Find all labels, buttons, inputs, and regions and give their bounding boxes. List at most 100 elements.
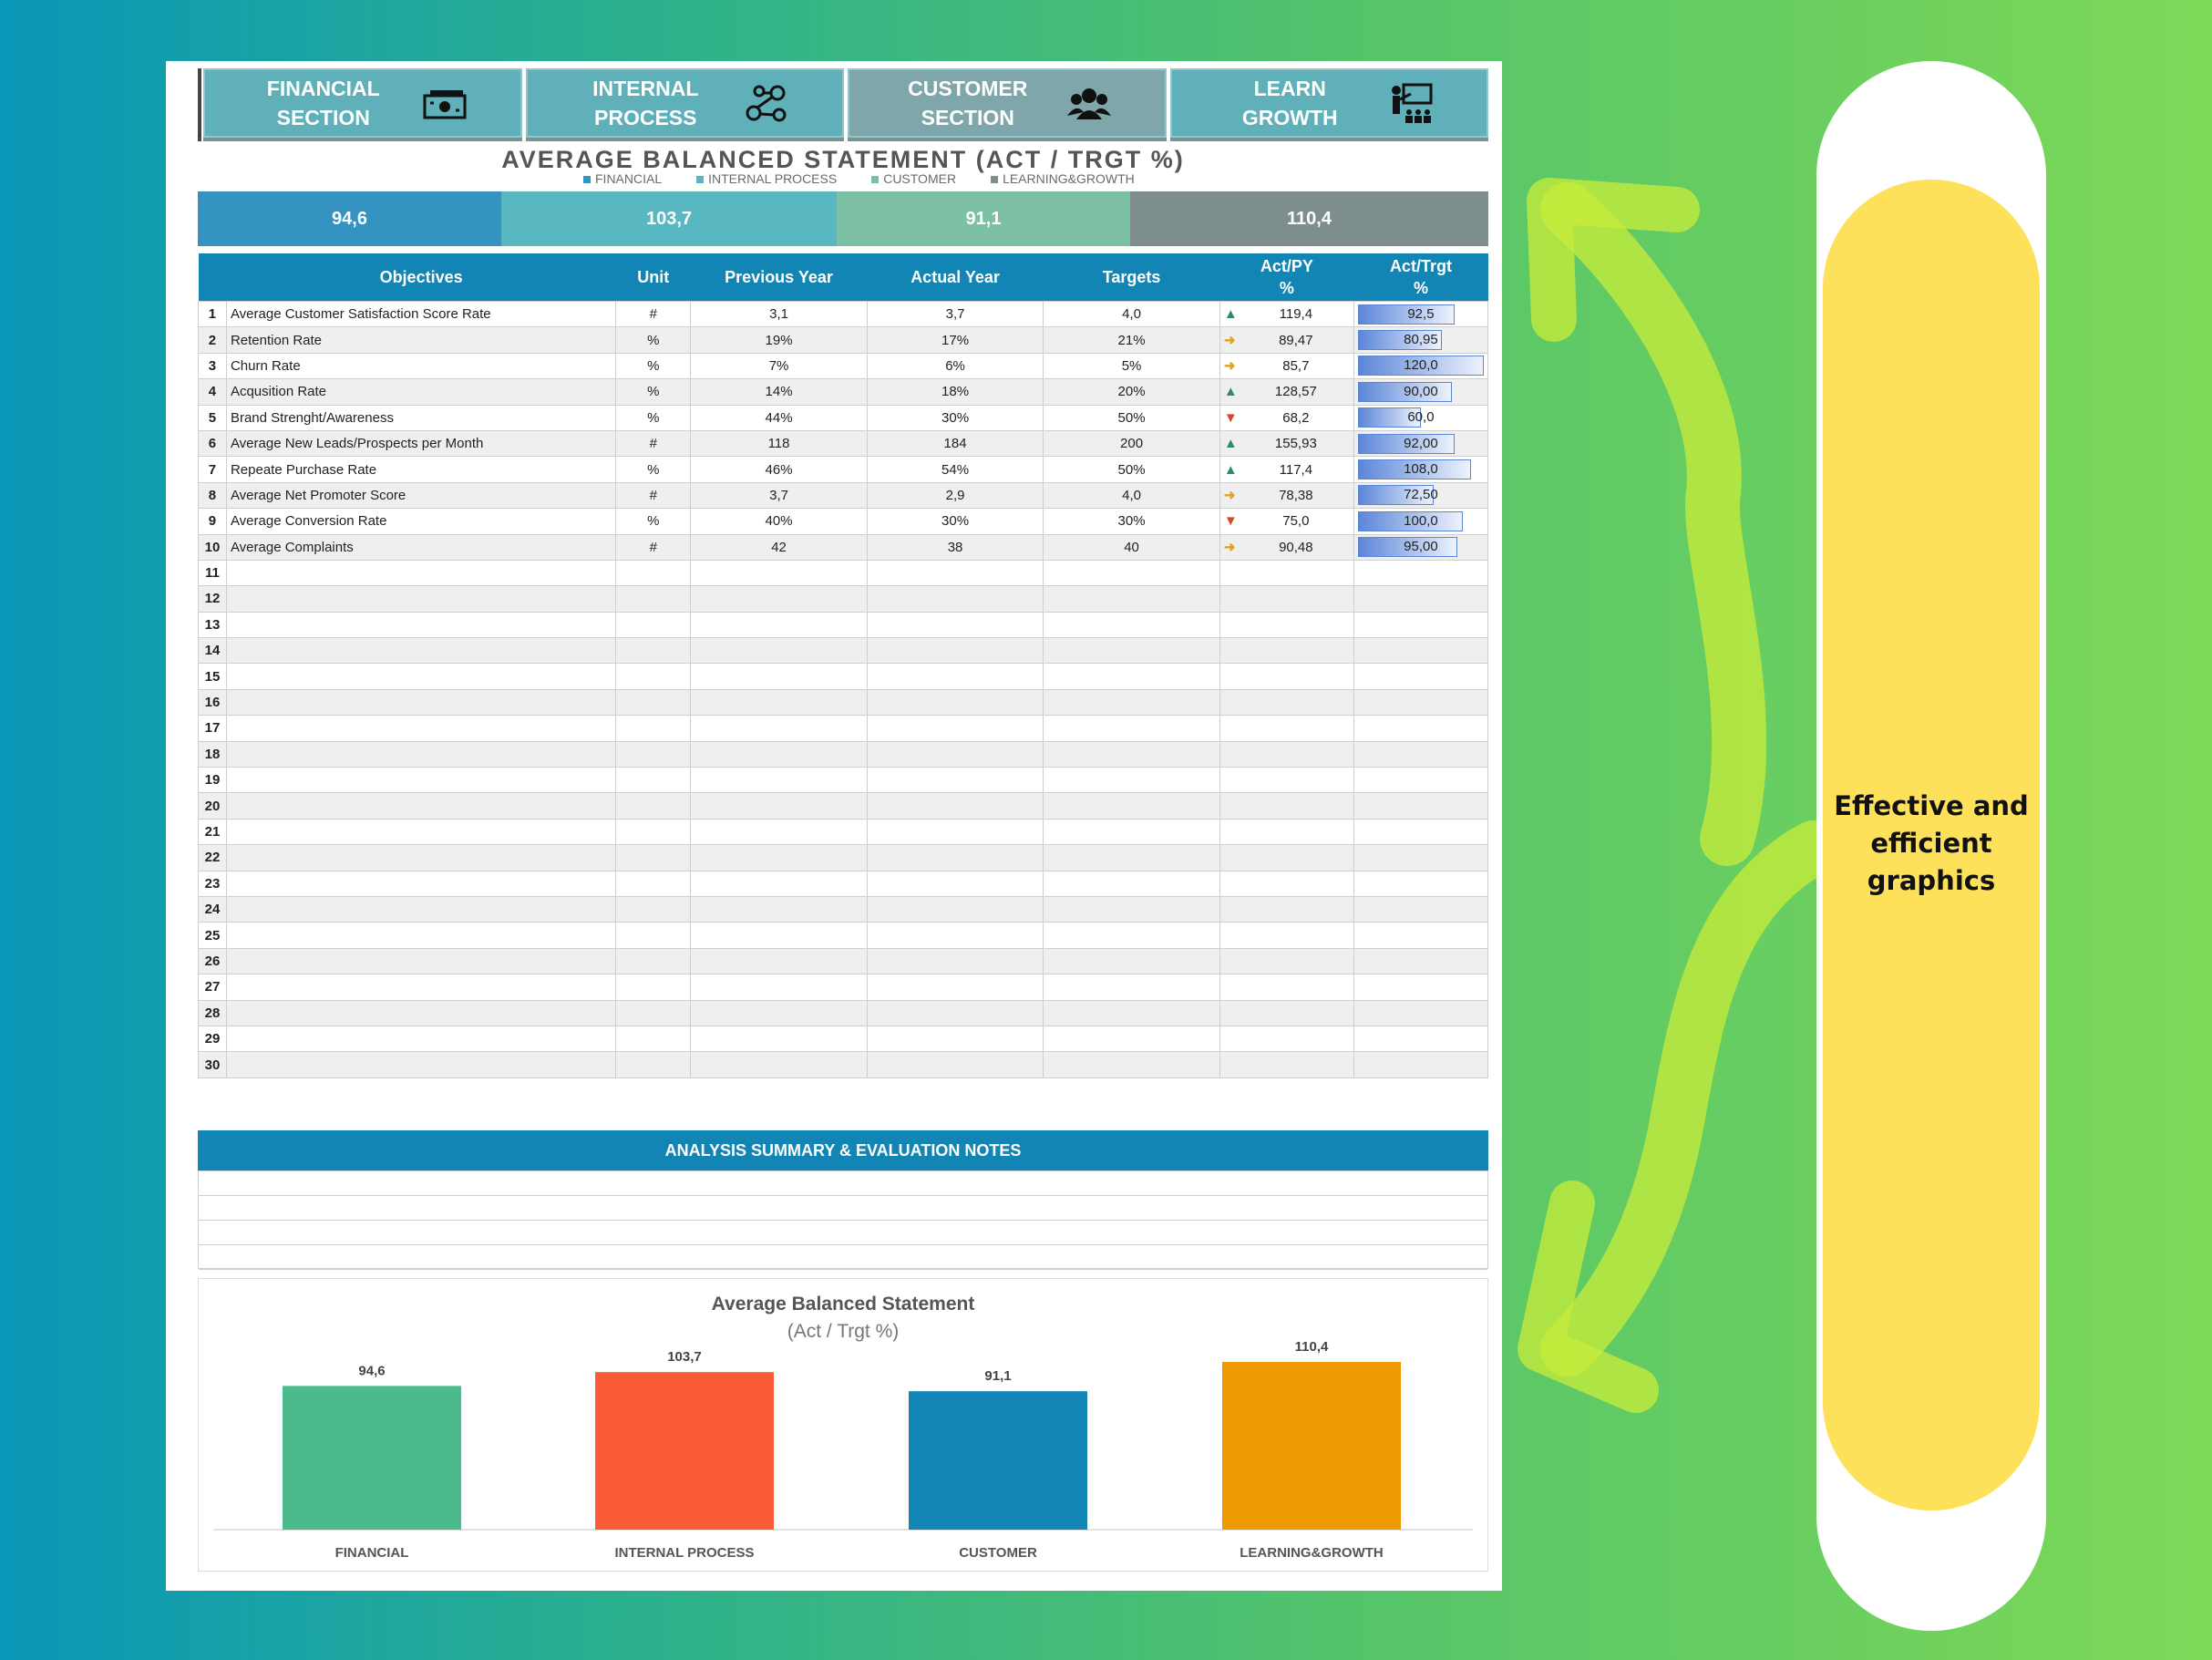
unit-cell[interactable] xyxy=(615,922,692,949)
actual-year-cell[interactable]: 6% xyxy=(866,352,1044,380)
actual-year-cell[interactable] xyxy=(866,999,1044,1026)
act-py-cell[interactable]: ▼ 75,0 xyxy=(1219,508,1354,535)
unit-cell[interactable] xyxy=(615,715,692,742)
act-trgt-cell[interactable] xyxy=(1353,663,1489,690)
act-py-cell[interactable] xyxy=(1219,767,1354,794)
act-py-cell[interactable] xyxy=(1219,895,1354,923)
actual-year-cell[interactable] xyxy=(866,844,1044,871)
act-trgt-cell[interactable] xyxy=(1353,895,1489,923)
previous-year-cell[interactable] xyxy=(690,637,868,665)
previous-year-cell[interactable] xyxy=(690,585,868,613)
previous-year-cell[interactable]: 44% xyxy=(690,404,868,431)
act-trgt-cell[interactable]: 72,50 xyxy=(1353,481,1489,510)
objective-cell[interactable] xyxy=(225,688,617,717)
act-trgt-cell[interactable]: 100,0 xyxy=(1353,508,1489,535)
act-py-cell[interactable] xyxy=(1219,585,1354,613)
unit-cell[interactable] xyxy=(615,844,692,871)
act-trgt-cell[interactable]: 60,0 xyxy=(1353,404,1489,431)
nav-button-internal-process[interactable]: INTERNAL PROCESS xyxy=(525,68,844,141)
unit-cell[interactable]: % xyxy=(615,508,692,535)
target-cell[interactable] xyxy=(1043,870,1220,897)
act-trgt-cell[interactable] xyxy=(1353,818,1489,846)
previous-year-cell[interactable] xyxy=(690,559,868,587)
act-trgt-cell[interactable] xyxy=(1353,1025,1489,1053)
previous-year-cell[interactable]: 3,1 xyxy=(690,300,868,328)
actual-year-cell[interactable] xyxy=(866,1025,1044,1053)
actual-year-cell[interactable] xyxy=(866,611,1044,639)
act-py-cell[interactable] xyxy=(1219,792,1354,820)
act-py-cell[interactable] xyxy=(1219,922,1354,949)
summary-notes-area[interactable] xyxy=(198,1170,1488,1270)
act-trgt-cell[interactable] xyxy=(1353,974,1489,1001)
objective-cell[interactable]: Average Customer Satisfaction Score Rate xyxy=(225,300,617,328)
objective-cell[interactable] xyxy=(225,922,617,949)
target-cell[interactable]: 30% xyxy=(1043,508,1220,535)
previous-year-cell[interactable] xyxy=(690,1025,868,1053)
objective-cell[interactable]: Retention Rate xyxy=(225,326,617,354)
act-trgt-cell[interactable]: 80,95 xyxy=(1353,326,1489,354)
objective-cell[interactable] xyxy=(225,637,617,665)
previous-year-cell[interactable] xyxy=(690,688,868,717)
actual-year-cell[interactable] xyxy=(866,740,1044,768)
objective-cell[interactable] xyxy=(225,974,617,1001)
objective-cell[interactable]: Repeate Purchase Rate xyxy=(225,456,617,483)
actual-year-cell[interactable] xyxy=(866,922,1044,949)
act-py-cell[interactable] xyxy=(1219,818,1354,846)
act-py-cell[interactable] xyxy=(1219,1025,1354,1053)
act-trgt-cell[interactable] xyxy=(1353,585,1489,613)
act-trgt-cell[interactable] xyxy=(1353,767,1489,794)
nav-button-learn-growth[interactable]: LEARN GROWTH xyxy=(1169,68,1488,141)
unit-cell[interactable] xyxy=(615,999,692,1026)
unit-cell[interactable] xyxy=(615,688,692,717)
target-cell[interactable] xyxy=(1043,792,1220,820)
act-trgt-cell[interactable] xyxy=(1353,637,1489,665)
previous-year-cell[interactable] xyxy=(690,740,868,768)
actual-year-cell[interactable] xyxy=(866,688,1044,717)
actual-year-cell[interactable]: 3,7 xyxy=(866,300,1044,328)
target-cell[interactable] xyxy=(1043,999,1220,1026)
actual-year-cell[interactable] xyxy=(866,585,1044,613)
act-trgt-cell[interactable]: 95,00 xyxy=(1353,533,1489,561)
unit-cell[interactable] xyxy=(615,895,692,923)
objective-cell[interactable] xyxy=(225,818,617,846)
actual-year-cell[interactable] xyxy=(866,974,1044,1001)
target-cell[interactable]: 50% xyxy=(1043,456,1220,483)
act-trgt-cell[interactable] xyxy=(1353,611,1489,639)
act-trgt-cell[interactable] xyxy=(1353,844,1489,871)
unit-cell[interactable]: # xyxy=(615,300,692,328)
target-cell[interactable] xyxy=(1043,922,1220,949)
previous-year-cell[interactable] xyxy=(690,974,868,1001)
objective-cell[interactable]: Acqusition Rate xyxy=(225,378,617,406)
nav-button-customer[interactable]: CUSTOMER SECTION xyxy=(848,68,1167,141)
unit-cell[interactable] xyxy=(615,767,692,794)
unit-cell[interactable] xyxy=(615,1051,692,1078)
act-py-cell[interactable]: ➜ 78,38 xyxy=(1219,481,1354,510)
objective-cell[interactable] xyxy=(225,585,617,613)
act-py-cell[interactable] xyxy=(1219,715,1354,742)
header-actual-year[interactable]: Actual Year xyxy=(867,253,1044,302)
act-trgt-cell[interactable]: 90,00 xyxy=(1353,378,1489,406)
actual-year-cell[interactable] xyxy=(866,947,1044,975)
actual-year-cell[interactable]: 30% xyxy=(866,404,1044,431)
act-trgt-cell[interactable] xyxy=(1353,870,1489,897)
act-py-cell[interactable] xyxy=(1219,974,1354,1001)
objective-cell[interactable] xyxy=(225,895,617,923)
target-cell[interactable] xyxy=(1043,637,1220,665)
act-py-cell[interactable]: ▲ 119,4 xyxy=(1219,300,1354,328)
unit-cell[interactable]: % xyxy=(615,352,692,380)
actual-year-cell[interactable] xyxy=(866,1051,1044,1078)
target-cell[interactable]: 40 xyxy=(1043,533,1220,561)
objective-cell[interactable] xyxy=(225,715,617,742)
previous-year-cell[interactable] xyxy=(690,895,868,923)
previous-year-cell[interactable]: 7% xyxy=(690,352,868,380)
act-py-cell[interactable] xyxy=(1219,844,1354,871)
header-act-trgt[interactable]: Act/Trgt % xyxy=(1353,253,1488,302)
target-cell[interactable] xyxy=(1043,974,1220,1001)
objective-cell[interactable]: Churn Rate xyxy=(225,352,617,380)
target-cell[interactable] xyxy=(1043,688,1220,717)
target-cell[interactable] xyxy=(1043,611,1220,639)
actual-year-cell[interactable] xyxy=(866,818,1044,846)
act-py-cell[interactable] xyxy=(1219,611,1354,639)
target-cell[interactable] xyxy=(1043,844,1220,871)
act-py-cell[interactable]: ▲ 117,4 xyxy=(1219,456,1354,483)
